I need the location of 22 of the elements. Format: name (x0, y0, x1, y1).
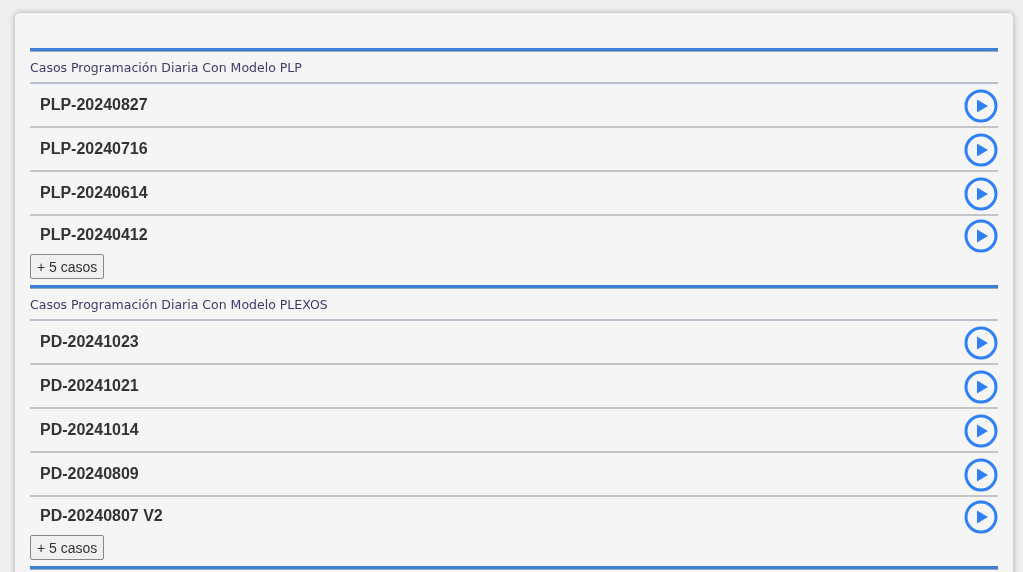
more-cases-button[interactable]: + 5 casos (30, 254, 105, 279)
play-icon[interactable] (964, 370, 998, 404)
case-name: PLP-20240412 (39, 226, 148, 244)
case-name: PLP-20240716 (39, 140, 148, 158)
more-cases-button[interactable]: + 5 casos (30, 535, 105, 560)
play-icon[interactable] (964, 326, 998, 360)
case-name: PD-20241023 (39, 333, 139, 351)
case-name: PD-20240807 V2 (39, 507, 163, 525)
case-name: PLP-20240614 (39, 184, 148, 202)
section-title: Casos Programación Diaria Con Modelo PLEXOS (30, 296, 329, 314)
play-icon[interactable] (964, 414, 998, 448)
section-title: Casos Programación Diaria Con Modelo PLP (30, 59, 303, 77)
case-name: PD-20240809 (39, 465, 139, 483)
play-icon[interactable] (964, 177, 998, 211)
case-name: PD-20241014 (39, 421, 139, 439)
case-name: PD-20241021 (39, 377, 139, 395)
play-icon[interactable] (964, 89, 998, 123)
play-icon[interactable] (964, 458, 998, 492)
case-name: PLP-20240827 (39, 96, 148, 114)
play-icon[interactable] (964, 500, 998, 534)
play-icon[interactable] (964, 133, 998, 167)
play-icon[interactable] (964, 219, 998, 253)
